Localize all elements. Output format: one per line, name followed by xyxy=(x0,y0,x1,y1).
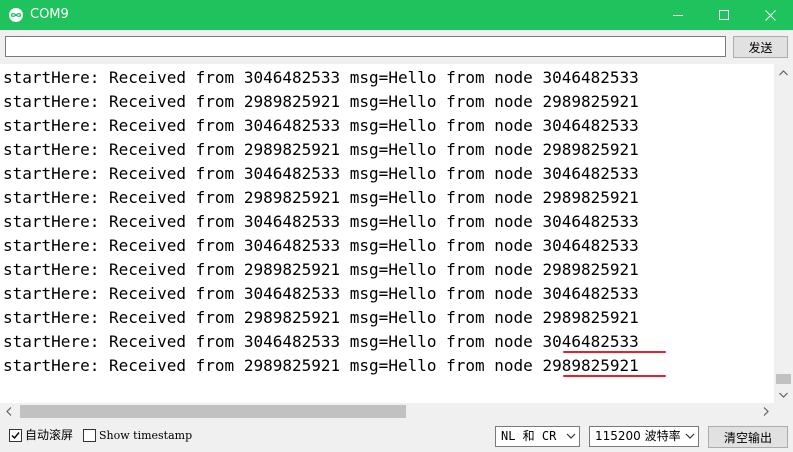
checkmark-icon xyxy=(11,432,20,440)
serial-line: startHere: Received from 3046482533 msg=… xyxy=(3,212,639,231)
autoscroll-checkbox[interactable] xyxy=(9,429,22,442)
vertical-scroll-thumb[interactable] xyxy=(776,374,791,384)
autoscroll-label[interactable]: 自动滚屏 xyxy=(25,428,73,443)
serial-line: startHere: Received from 3046482533 msg=… xyxy=(3,116,639,135)
serial-line: startHere: Received from 3046482533 msg=… xyxy=(3,164,639,183)
maximize-icon xyxy=(718,9,729,20)
clear-output-button[interactable]: 清空输出 xyxy=(708,426,788,448)
show-timestamp-label[interactable]: Show timestamp xyxy=(99,428,192,443)
chevron-right-icon xyxy=(763,407,769,416)
highlight-underline xyxy=(562,375,666,377)
title-bar: COM9 xyxy=(0,0,793,30)
serial-line: startHere: Received from 2989825921 msg=… xyxy=(3,308,639,327)
chevron-left-icon xyxy=(5,407,11,416)
close-button[interactable] xyxy=(747,0,793,30)
scroll-down-button[interactable] xyxy=(774,386,793,403)
send-input[interactable] xyxy=(5,36,726,57)
close-icon xyxy=(764,9,776,21)
maximize-button[interactable] xyxy=(701,0,747,30)
horizontal-scrollbar[interactable] xyxy=(0,403,793,420)
baud-rate-select[interactable]: 115200 波特率 xyxy=(589,426,699,447)
line-ending-value: NL 和 CR xyxy=(501,429,557,443)
chevron-up-icon xyxy=(779,69,788,75)
send-row: 发送 xyxy=(0,30,793,64)
highlight-underline xyxy=(562,351,666,353)
chevron-down-icon xyxy=(779,392,788,398)
send-button[interactable]: 发送 xyxy=(733,36,788,58)
chevron-down-icon xyxy=(566,433,576,439)
arduino-infinity-icon xyxy=(9,8,23,22)
horizontal-scroll-thumb[interactable] xyxy=(20,405,406,418)
minimize-button[interactable] xyxy=(655,0,701,30)
window-title: COM9 xyxy=(30,7,69,22)
serial-line: startHere: Received from 3046482533 msg=… xyxy=(3,68,639,87)
serial-output[interactable]: startHere: Received from 3046482533 msg=… xyxy=(0,64,774,403)
scroll-right-button[interactable] xyxy=(757,403,774,420)
minimize-icon xyxy=(672,14,683,16)
line-ending-select[interactable]: NL 和 CR xyxy=(495,426,580,447)
baud-rate-value: 115200 波特率 xyxy=(595,429,681,443)
chevron-down-icon xyxy=(685,433,695,439)
serial-line: startHere: Received from 2989825921 msg=… xyxy=(3,188,639,207)
serial-line: startHere: Received from 2989825921 msg=… xyxy=(3,356,639,375)
serial-line: startHere: Received from 3046482533 msg=… xyxy=(3,332,639,351)
vertical-scrollbar[interactable] xyxy=(774,64,793,403)
serial-line: startHere: Received from 2989825921 msg=… xyxy=(3,140,639,159)
serial-line: startHere: Received from 2989825921 msg=… xyxy=(3,260,639,279)
serial-line: startHere: Received from 2989825921 msg=… xyxy=(3,92,639,111)
show-timestamp-checkbox[interactable] xyxy=(83,429,96,442)
scroll-up-button[interactable] xyxy=(774,64,793,81)
scroll-left-button[interactable] xyxy=(0,403,17,420)
serial-line: startHere: Received from 3046482533 msg=… xyxy=(3,236,639,255)
serial-line: startHere: Received from 3046482533 msg=… xyxy=(3,284,639,303)
status-bar: 自动滚屏 Show timestamp NL 和 CR 115200 波特率 清… xyxy=(0,420,793,452)
